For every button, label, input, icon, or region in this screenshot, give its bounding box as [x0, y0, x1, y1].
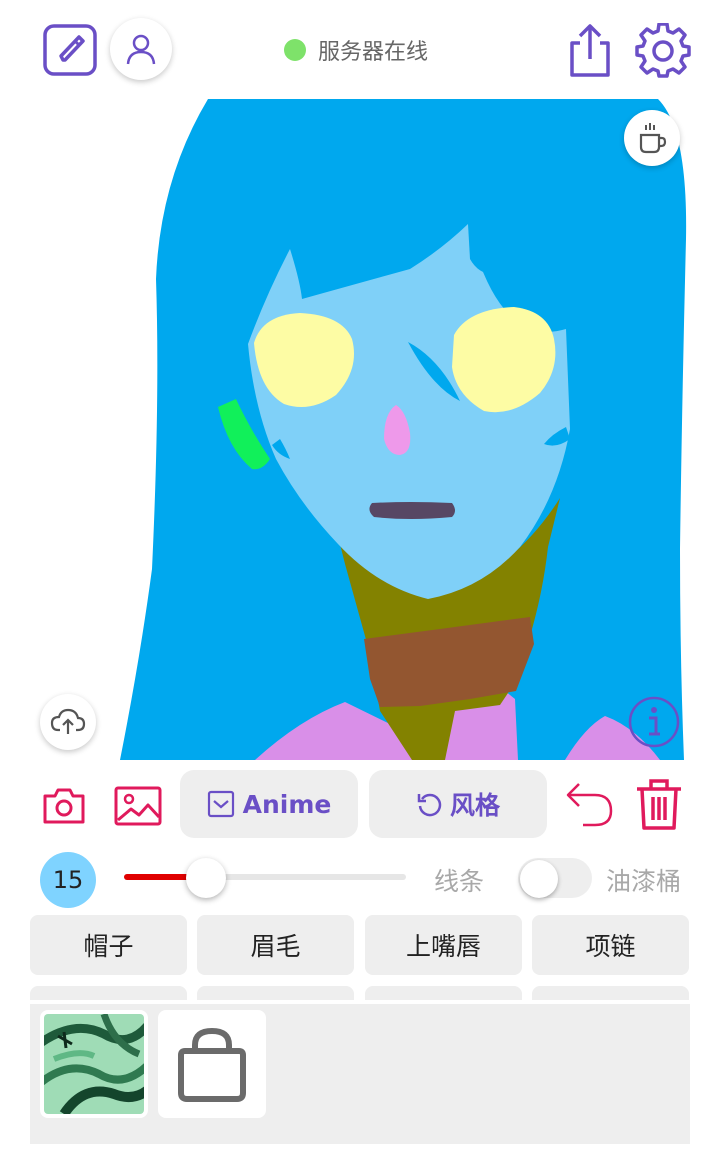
profile-button[interactable] — [110, 18, 172, 80]
category-chip-row2[interactable] — [532, 986, 689, 1000]
style-label: 风格 — [449, 791, 500, 820]
edit-icon — [43, 24, 97, 76]
category-chip-eyebrow[interactable]: 眉毛 — [197, 915, 354, 975]
info-icon — [628, 696, 680, 748]
server-status: 服务器在线 — [284, 34, 428, 66]
cloud-upload-button[interactable] — [40, 694, 96, 750]
category-chip-hat[interactable]: 帽子 — [30, 915, 187, 975]
coffee-icon — [639, 123, 667, 154]
share-icon — [570, 24, 610, 77]
delete-button[interactable] — [632, 776, 686, 832]
anime-mode-button[interactable]: Anime — [180, 770, 358, 838]
slider-thumb[interactable] — [185, 858, 226, 898]
leaf-pattern-swatch — [44, 1014, 144, 1114]
anime-label: Anime — [242, 789, 332, 819]
cloud-upload-icon — [50, 708, 86, 734]
category-chip-necklace[interactable]: 项链 — [532, 915, 689, 975]
line-mode-label[interactable]: 线条 — [434, 862, 484, 898]
settings-button[interactable] — [634, 22, 692, 80]
brush-size-badge: 15 — [40, 852, 96, 908]
gallery-button[interactable] — [112, 782, 164, 830]
info-button[interactable] — [627, 695, 681, 749]
status-text: 服务器在线 — [318, 40, 429, 65]
bag-icon — [178, 1027, 246, 1102]
bag-tile[interactable] — [158, 1010, 266, 1118]
camera-icon — [43, 788, 85, 824]
category-chip-row2[interactable] — [365, 986, 522, 1000]
category-chip-upper-lip[interactable]: 上嘴唇 — [365, 915, 522, 975]
image-icon — [114, 786, 162, 826]
bucket-toggle-thumb[interactable] — [520, 860, 558, 898]
camera-button[interactable] — [40, 782, 88, 830]
bucket-label: 油漆桶 — [606, 867, 682, 896]
edit-button[interactable] — [40, 22, 100, 78]
style-button[interactable]: 风格 — [369, 770, 547, 838]
drawing-artwork — [120, 99, 687, 760]
user-icon — [126, 34, 156, 65]
trash-icon — [637, 779, 681, 830]
undo-icon — [566, 783, 613, 827]
pattern-swatch-tile[interactable] — [40, 1010, 148, 1118]
category-chip-row2[interactable] — [30, 986, 187, 1000]
checkbox-icon — [207, 790, 234, 818]
category-chip-row2[interactable] — [197, 986, 354, 1000]
coffee-button[interactable] — [624, 110, 680, 166]
undo-button[interactable] — [562, 778, 616, 830]
status-dot-icon — [284, 39, 306, 61]
brush-size-slider[interactable] — [124, 874, 406, 880]
settings-icon — [635, 23, 691, 78]
share-button[interactable] — [562, 20, 618, 80]
refresh-icon — [417, 793, 442, 817]
drawing-canvas[interactable] — [0, 99, 720, 760]
